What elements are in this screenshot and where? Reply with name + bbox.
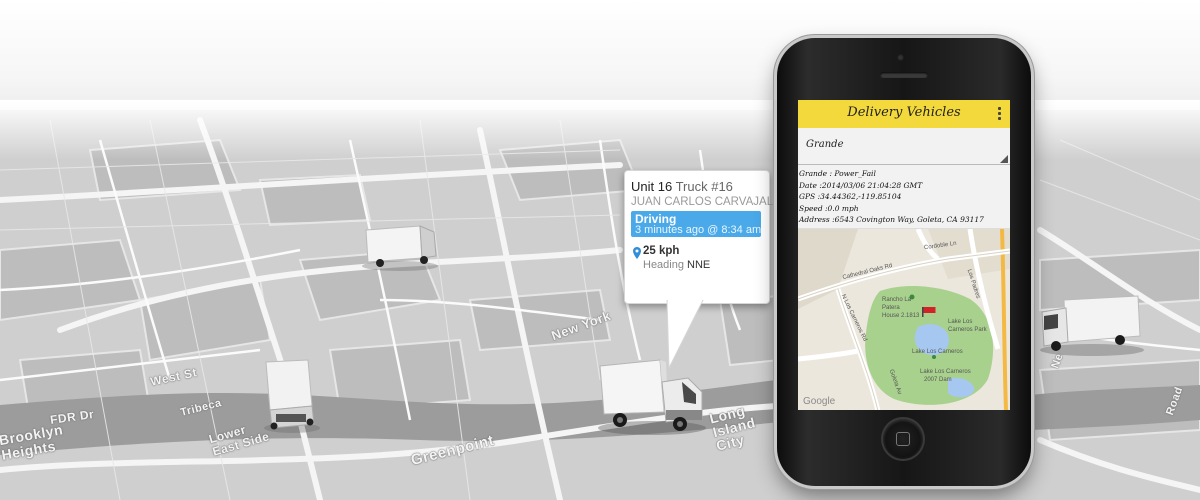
- vehicle-info-popup[interactable]: Unit 16 Truck #16 JUAN CARLOS CARVAJAL D…: [624, 170, 774, 304]
- truck-icon[interactable]: [260, 356, 322, 434]
- poi-label: Rancho La: [882, 297, 912, 303]
- poi-label: Lake Los Carneros: [920, 369, 971, 375]
- earpiece-speaker: [880, 72, 928, 78]
- vehicle-selector-value: Grande: [806, 139, 844, 150]
- status-time: 3 minutes ago @ 8:34 am: [635, 224, 762, 236]
- app-title: Delivery Vehicles: [847, 105, 961, 120]
- truck-label: Truck #16: [675, 179, 733, 194]
- front-camera: [897, 54, 904, 61]
- speed-value: 25 kph: [643, 245, 680, 257]
- poi-label: House 2.1813: [882, 313, 920, 319]
- smartphone: Delivery Vehicles Grande Grande : Power_…: [777, 38, 1031, 486]
- poi-label: Lake Los Carneros: [912, 349, 963, 355]
- detail-row: Grande : Power_Fail: [799, 169, 876, 178]
- phone-screen: Delivery Vehicles Grande Grande : Power_…: [798, 100, 1010, 410]
- google-logo: Google: [803, 396, 836, 407]
- map-flag-icon[interactable]: [922, 307, 936, 317]
- truck-icon[interactable]: [360, 222, 440, 272]
- status-banner: Driving 3 minutes ago @ 8:34 am: [631, 211, 761, 237]
- heading-label: Heading: [643, 259, 684, 271]
- unit-label: Unit 16: [631, 179, 673, 194]
- heading-value: NNE: [687, 259, 711, 271]
- truck-icon[interactable]: [1034, 292, 1144, 358]
- mini-map-graphic: [798, 229, 1010, 410]
- popup-pointer: [666, 300, 704, 369]
- location-pin-icon: [633, 247, 641, 259]
- detail-row: Address :6543 Covington Way, Goleta, CA …: [799, 215, 984, 224]
- home-button[interactable]: [883, 419, 923, 459]
- heading-row: Heading NNE: [643, 259, 710, 271]
- detail-row: Date :2014/03/06 21:04:28 GMT: [799, 180, 923, 190]
- spinner-dropdown-icon: [1000, 155, 1008, 163]
- overflow-menu-icon[interactable]: [998, 107, 1002, 121]
- vehicle-details: Grande : Power_Fail Date :2014/03/06 21:…: [798, 168, 1010, 226]
- app-bar: Delivery Vehicles: [798, 100, 1010, 128]
- vehicle-location-map[interactable]: Cathedral Oaks Rd Cordoble Ln N Los Carn…: [798, 228, 1010, 410]
- poi-label: Patera: [882, 305, 900, 311]
- driver-name: JUAN CARLOS CARVAJAL: [631, 196, 774, 208]
- vehicle-selector[interactable]: Grande: [798, 130, 1010, 165]
- poi-label: Lake Los: [948, 319, 973, 325]
- poi-label: Carneros Park: [948, 327, 987, 333]
- detail-row: Speed :0.0 mph: [799, 203, 859, 213]
- poi-label: 2007 Dam: [924, 377, 952, 383]
- detail-row: GPS :34.44362,-119.85104: [799, 192, 902, 201]
- popup-title: Unit 16 Truck #16: [631, 179, 733, 194]
